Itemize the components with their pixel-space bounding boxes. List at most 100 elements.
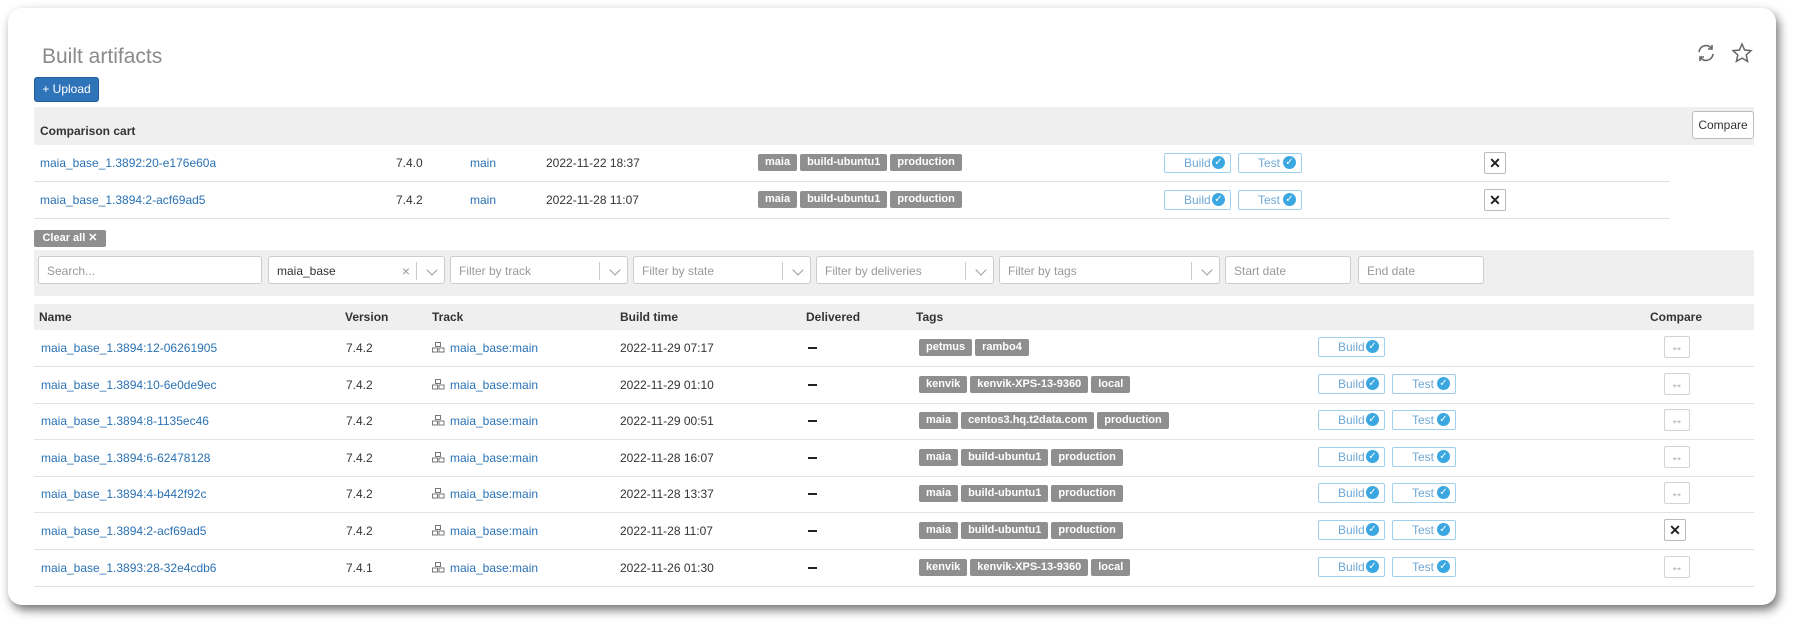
tags-filter-select[interactable]: Filter by tags [999,256,1220,284]
artifact-name-link[interactable]: maia_base_1.3894:12-06261905 [41,330,217,366]
track-link[interactable]: maia_base:main [432,476,538,512]
test-stage-badge[interactable]: Test ✓ [1392,446,1456,467]
test-stage-badge[interactable]: Test ✓ [1392,520,1456,540]
tag-badge[interactable]: production [1051,522,1123,539]
column-tags[interactable]: Tags [916,304,943,330]
star-icon[interactable] [1731,42,1753,64]
tag-badge[interactable]: petmus [919,339,973,356]
tag-badge[interactable]: rambo4 [975,339,1029,356]
build-stage-badge[interactable]: Build ✓ [1318,446,1385,467]
tag-badge[interactable]: production [890,191,962,208]
tag-badge[interactable]: maia [758,154,798,171]
tag-badge[interactable]: kenvik-XPS-13-9360 [970,375,1089,393]
tag-badge[interactable]: maia [919,412,959,430]
tag-badge[interactable]: build-ubuntu1 [961,485,1049,503]
remove-from-cart-button[interactable]: ✕ [1484,189,1506,211]
test-stage-badge[interactable]: Test ✓ [1392,410,1456,431]
artifact-version: 7.4.2 [346,524,373,538]
column-build-time[interactable]: Build time [620,304,678,330]
clear-all-button[interactable]: Clear all ✕ [34,230,106,247]
remove-from-cart-button[interactable]: ✕ [1664,519,1686,541]
upload-button[interactable]: + Upload [34,77,99,102]
chevron-down-icon[interactable] [975,264,987,276]
tag-badge[interactable]: maia [919,485,959,503]
tag-list: maia build-ubuntu1 production [758,191,962,208]
add-to-compare-button[interactable]: ↔ [1664,445,1690,468]
chevron-down-icon[interactable] [792,264,804,276]
build-stage-badge[interactable]: Build ✓ [1318,337,1385,357]
column-version[interactable]: Version [345,304,388,330]
chevron-down-icon[interactable] [426,264,438,276]
tag-badge[interactable]: production [1051,485,1123,503]
column-delivered[interactable]: Delivered [806,304,860,330]
build-stage-badge[interactable]: Build ✓ [1318,410,1385,431]
add-to-compare-button[interactable]: ↔ [1664,372,1690,395]
build-stage-badge[interactable]: Build ✓ [1318,520,1385,540]
column-compare[interactable]: Compare [1650,304,1702,330]
state-filter-select[interactable]: Filter by state [633,256,811,284]
start-date-input[interactable]: Start date [1225,256,1351,284]
tag-badge[interactable]: build-ubuntu1 [961,522,1049,539]
track-link[interactable]: maia_base:main [432,367,538,403]
tag-badge[interactable]: production [890,154,962,171]
artifact-name-link[interactable]: maia_base_1.3892:20-e176e60a [40,145,216,181]
artifact-name-link[interactable]: maia_base_1.3893:28-32e4cdb6 [41,550,216,586]
track-link[interactable]: main [470,145,496,181]
artifact-name-link[interactable]: maia_base_1.3894:6-62478128 [41,440,210,476]
test-stage-badge[interactable]: Test ✓ [1392,373,1456,394]
column-name[interactable]: Name [39,304,72,330]
tag-badge[interactable]: kenvik [919,558,968,576]
track-link[interactable]: maia_base:main [432,440,538,476]
build-stage-badge[interactable]: Build ✓ [1164,153,1231,173]
tag-badge[interactable]: maia [919,522,959,539]
add-to-compare-button[interactable]: ↔ [1664,555,1690,578]
add-to-compare-button[interactable]: ↔ [1664,409,1690,432]
track-link[interactable]: maia_base:main [432,330,538,366]
remove-from-cart-button[interactable]: ✕ [1484,152,1506,174]
build-stage-badge[interactable]: Build ✓ [1318,483,1385,504]
chevron-down-icon[interactable] [1201,264,1213,276]
tag-badge[interactable]: build-ubuntu1 [961,448,1049,466]
tag-badge[interactable]: maia [919,448,959,466]
build-stage-badge[interactable]: Build ✓ [1318,556,1385,577]
name-filter-select[interactable]: maia_base × [268,256,445,284]
artifact-name-link[interactable]: maia_base_1.3894:8-1135ec46 [41,403,209,439]
track-link[interactable]: main [470,182,496,218]
test-stage-badge[interactable]: Test ✓ [1392,483,1456,504]
tag-badge[interactable]: build-ubuntu1 [800,191,888,208]
test-stage-badge[interactable]: Test ✓ [1238,190,1302,210]
add-to-compare-button[interactable]: ↔ [1664,482,1690,505]
build-stage-badge[interactable]: Build ✓ [1164,190,1231,210]
stage-label: Test [1412,376,1435,391]
tag-badge[interactable]: local [1091,558,1131,576]
artifact-name-link[interactable]: maia_base_1.3894:2-acf69ad5 [41,513,206,549]
chevron-down-icon[interactable] [609,264,621,276]
artifact-name-link[interactable]: maia_base_1.3894:10-6e0de9ec [41,367,216,403]
refresh-icon[interactable] [1695,42,1717,64]
track-link[interactable]: maia_base:main [432,403,538,439]
column-track[interactable]: Track [432,304,463,330]
tag-badge[interactable]: kenvik-XPS-13-9360 [970,558,1089,576]
tag-badge[interactable]: production [1097,412,1169,430]
add-to-compare-button[interactable]: ↔ [1664,336,1690,358]
track-link[interactable]: maia_base:main [432,550,538,586]
artifact-name-link[interactable]: maia_base_1.3894:2-acf69ad5 [40,182,205,218]
tag-badge[interactable]: kenvik [919,375,968,393]
tag-badge[interactable]: production [1051,448,1123,466]
track-link[interactable]: maia_base:main [432,513,538,549]
deliveries-filter-select[interactable]: Filter by deliveries [816,256,994,284]
artifact-version: 7.4.1 [346,560,373,575]
tag-badge[interactable]: maia [758,191,798,208]
track-filter-select[interactable]: Filter by track [450,256,628,284]
test-stage-badge[interactable]: Test ✓ [1392,556,1456,577]
compare-button[interactable]: Compare [1692,111,1754,139]
clear-icon[interactable]: × [402,257,410,285]
tag-badge[interactable]: build-ubuntu1 [800,154,888,171]
end-date-input[interactable]: End date [1358,256,1484,284]
tag-badge[interactable]: local [1091,375,1131,393]
test-stage-badge[interactable]: Test ✓ [1238,153,1302,173]
tag-badge[interactable]: centos3.hq.t2data.com [961,412,1095,430]
search-input[interactable]: Search... [38,256,262,284]
build-stage-badge[interactable]: Build ✓ [1318,373,1385,394]
artifact-name-link[interactable]: maia_base_1.3894:4-b442f92c [41,476,206,512]
